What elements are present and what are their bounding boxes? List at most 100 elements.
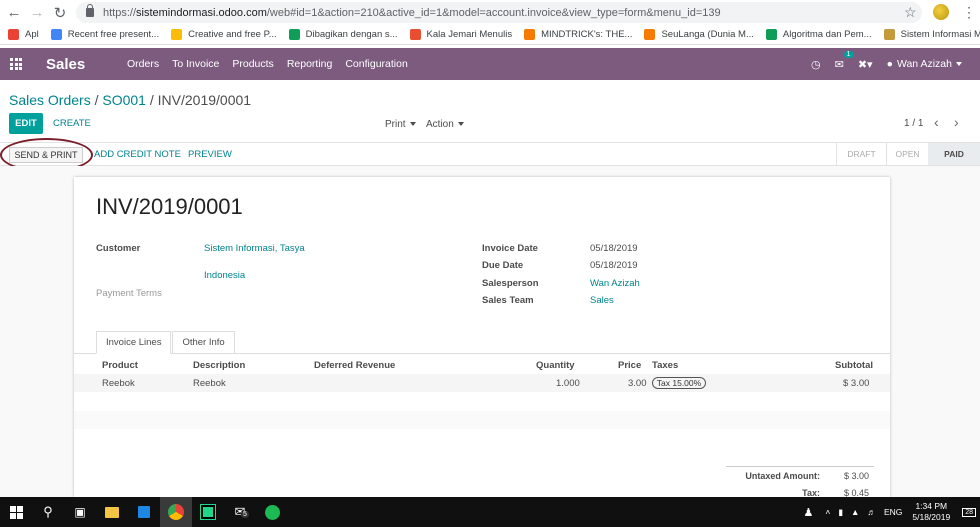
bookmark-item[interactable]: Recent free present... <box>50 29 159 40</box>
bookmark-label: SeuLanga (Dunia M... <box>661 29 754 40</box>
clock-activity-icon[interactable]: ◷ <box>811 58 821 71</box>
bookmark-item[interactable]: Creative and free P... <box>171 29 277 40</box>
notification-icon[interactable]: 28 <box>962 507 976 517</box>
start-button[interactable] <box>0 497 32 527</box>
spotify-icon[interactable] <box>256 497 288 527</box>
cell-description: Reebok <box>193 378 226 389</box>
address-bar[interactable]: https://sistemindormasi.odoo.com/web#id=… <box>76 2 922 23</box>
breadcrumb: Sales Orders / SO001 / INV/2019/0001 <box>9 92 251 108</box>
breadcrumb-so[interactable]: SO001 <box>102 92 146 108</box>
menu-reporting[interactable]: Reporting <box>287 58 333 70</box>
menu-configuration[interactable]: Configuration <box>345 58 407 70</box>
sales-team-value[interactable]: Sales <box>590 295 614 306</box>
pager-next-icon[interactable]: › <box>954 114 959 130</box>
system-tray: ♟ ˄ ▮ ▲ ♬ ENG 1:34 PM 5/18/2019 28 <box>804 497 980 527</box>
file-explorer-icon[interactable] <box>96 497 128 527</box>
breadcrumb-current: INV/2019/0001 <box>157 92 252 108</box>
tab-invoice-lines[interactable]: Invoice Lines <box>96 331 172 354</box>
edit-button[interactable]: EDIT <box>9 113 43 134</box>
user-menu[interactable]: ● Wan Azizah <box>887 58 962 70</box>
preview-button[interactable]: PREVIEW <box>188 149 232 160</box>
chrome-icon[interactable] <box>160 497 192 527</box>
breadcrumb-separator: / <box>149 92 158 108</box>
stage-open: OPEN <box>886 143 928 165</box>
store-icon[interactable] <box>128 497 160 527</box>
people-icon[interactable]: ♟ <box>804 506 814 519</box>
bookmark-item[interactable]: Apl <box>8 29 39 40</box>
menu-products[interactable]: Products <box>232 58 273 70</box>
bookmark-item[interactable]: MINDTRICK's: THE... <box>524 29 632 40</box>
bookmark-label: Sistem Informasi M... <box>900 29 980 40</box>
url-text: https://sistemindormasi.odoo.com/web#id=… <box>103 6 721 19</box>
print-dropdown[interactable]: Print <box>385 119 416 130</box>
customer-label: Customer <box>96 243 141 254</box>
pycharm-icon[interactable] <box>192 497 224 527</box>
volume-icon[interactable]: ♬ <box>867 507 876 517</box>
tab-other-info[interactable]: Other Info <box>172 331 235 354</box>
untaxed-amount-value: $ 3.00 <box>843 471 869 481</box>
col-quantity[interactable]: Quantity <box>536 360 575 371</box>
breadcrumb-sales-orders[interactable]: Sales Orders <box>9 92 91 108</box>
customer-country[interactable]: Indonesia <box>204 270 245 281</box>
add-credit-note-button[interactable]: ADD CREDIT NOTE <box>94 149 181 160</box>
profile-avatar[interactable] <box>933 4 949 20</box>
bookmark-item[interactable]: Algoritma dan Pem... <box>765 29 872 40</box>
pager-value[interactable]: 1 / 1 <box>904 118 923 129</box>
bookmark-label: MINDTRICK's: THE... <box>541 29 633 40</box>
clock-date: 5/18/2019 <box>912 512 951 522</box>
salesperson-label: Salesperson <box>482 278 539 289</box>
bookmark-item[interactable]: SeuLanga (Dunia M... <box>644 29 754 40</box>
search-icon[interactable]: ⚲ <box>32 497 64 527</box>
totals-divider <box>726 466 874 467</box>
invoice-statusbar: SEND & PRINT ADD CREDIT NOTE PREVIEW DRA… <box>0 142 980 166</box>
clock[interactable]: 1:34 PM 5/18/2019 <box>912 501 950 523</box>
col-price[interactable]: Price <box>618 360 641 371</box>
bookmark-item[interactable]: Kala Jemari Menulis <box>409 29 512 40</box>
mail-icon[interactable]: ✉ 5 <box>224 497 256 527</box>
col-subtotal[interactable]: Subtotal <box>835 360 873 371</box>
cell-product: Reebok <box>102 378 135 389</box>
create-button[interactable]: CREATE <box>53 118 91 129</box>
bookmark-star-icon[interactable]: ☆ <box>904 4 917 21</box>
salesperson-value[interactable]: Wan Azizah <box>590 278 640 289</box>
bookmark-item[interactable]: Dibagikan dengan s... <box>288 29 398 40</box>
task-view-icon[interactable]: ▣ <box>64 497 96 527</box>
apps-grid-icon[interactable] <box>10 58 22 70</box>
battery-icon[interactable]: ▮ <box>838 507 843 518</box>
empty-row <box>74 393 890 411</box>
lock-icon <box>86 4 94 17</box>
blogger-icon <box>644 29 656 40</box>
odoo-main-navbar: Sales Orders To Invoice Products Reporti… <box>0 48 980 80</box>
mail-count-badge: 5 <box>241 511 249 518</box>
col-deferred-revenue[interactable]: Deferred Revenue <box>314 360 395 371</box>
menu-orders[interactable]: Orders <box>127 58 159 70</box>
debug-tools-icon[interactable]: ✖▾ <box>858 58 873 71</box>
back-icon[interactable]: ← <box>5 4 23 22</box>
reload-icon[interactable]: ↻ <box>51 4 69 22</box>
pager-prev-icon[interactable]: ‹ <box>934 114 939 130</box>
chat-icon[interactable]: ✉ 1 <box>835 50 854 71</box>
app-brand[interactable]: Sales <box>46 56 111 73</box>
language-indicator[interactable]: ENG <box>884 507 902 517</box>
network-icon[interactable]: ▲ <box>851 507 859 517</box>
print-label: Print <box>385 119 406 130</box>
action-dropdown[interactable]: Action <box>426 119 464 130</box>
slides-icon <box>171 29 183 40</box>
cell-price: 3.00 <box>628 378 647 389</box>
bookmark-item[interactable]: Sistem Informasi M... <box>883 29 980 40</box>
browser-menu-icon[interactable]: ⋮ <box>962 4 976 21</box>
col-product[interactable]: Product <box>102 360 138 371</box>
chat-count-badge: 1 <box>843 50 854 58</box>
windows-logo-icon <box>9 505 23 519</box>
chevron-up-icon[interactable]: ˄ <box>825 507 830 517</box>
untaxed-amount-label: Untaxed Amount: <box>745 471 820 481</box>
menu-to-invoice[interactable]: To Invoice <box>172 58 219 70</box>
col-taxes[interactable]: Taxes <box>652 360 678 371</box>
forward-icon[interactable]: → <box>28 4 46 22</box>
stage-paid: PAID <box>928 143 980 165</box>
col-description[interactable]: Description <box>193 360 245 371</box>
chevron-down-icon <box>457 122 464 127</box>
action-label: Action <box>426 119 454 130</box>
user-name: Wan Azizah <box>896 58 952 70</box>
customer-value[interactable]: Sistem Informasi, Tasya <box>204 243 305 254</box>
